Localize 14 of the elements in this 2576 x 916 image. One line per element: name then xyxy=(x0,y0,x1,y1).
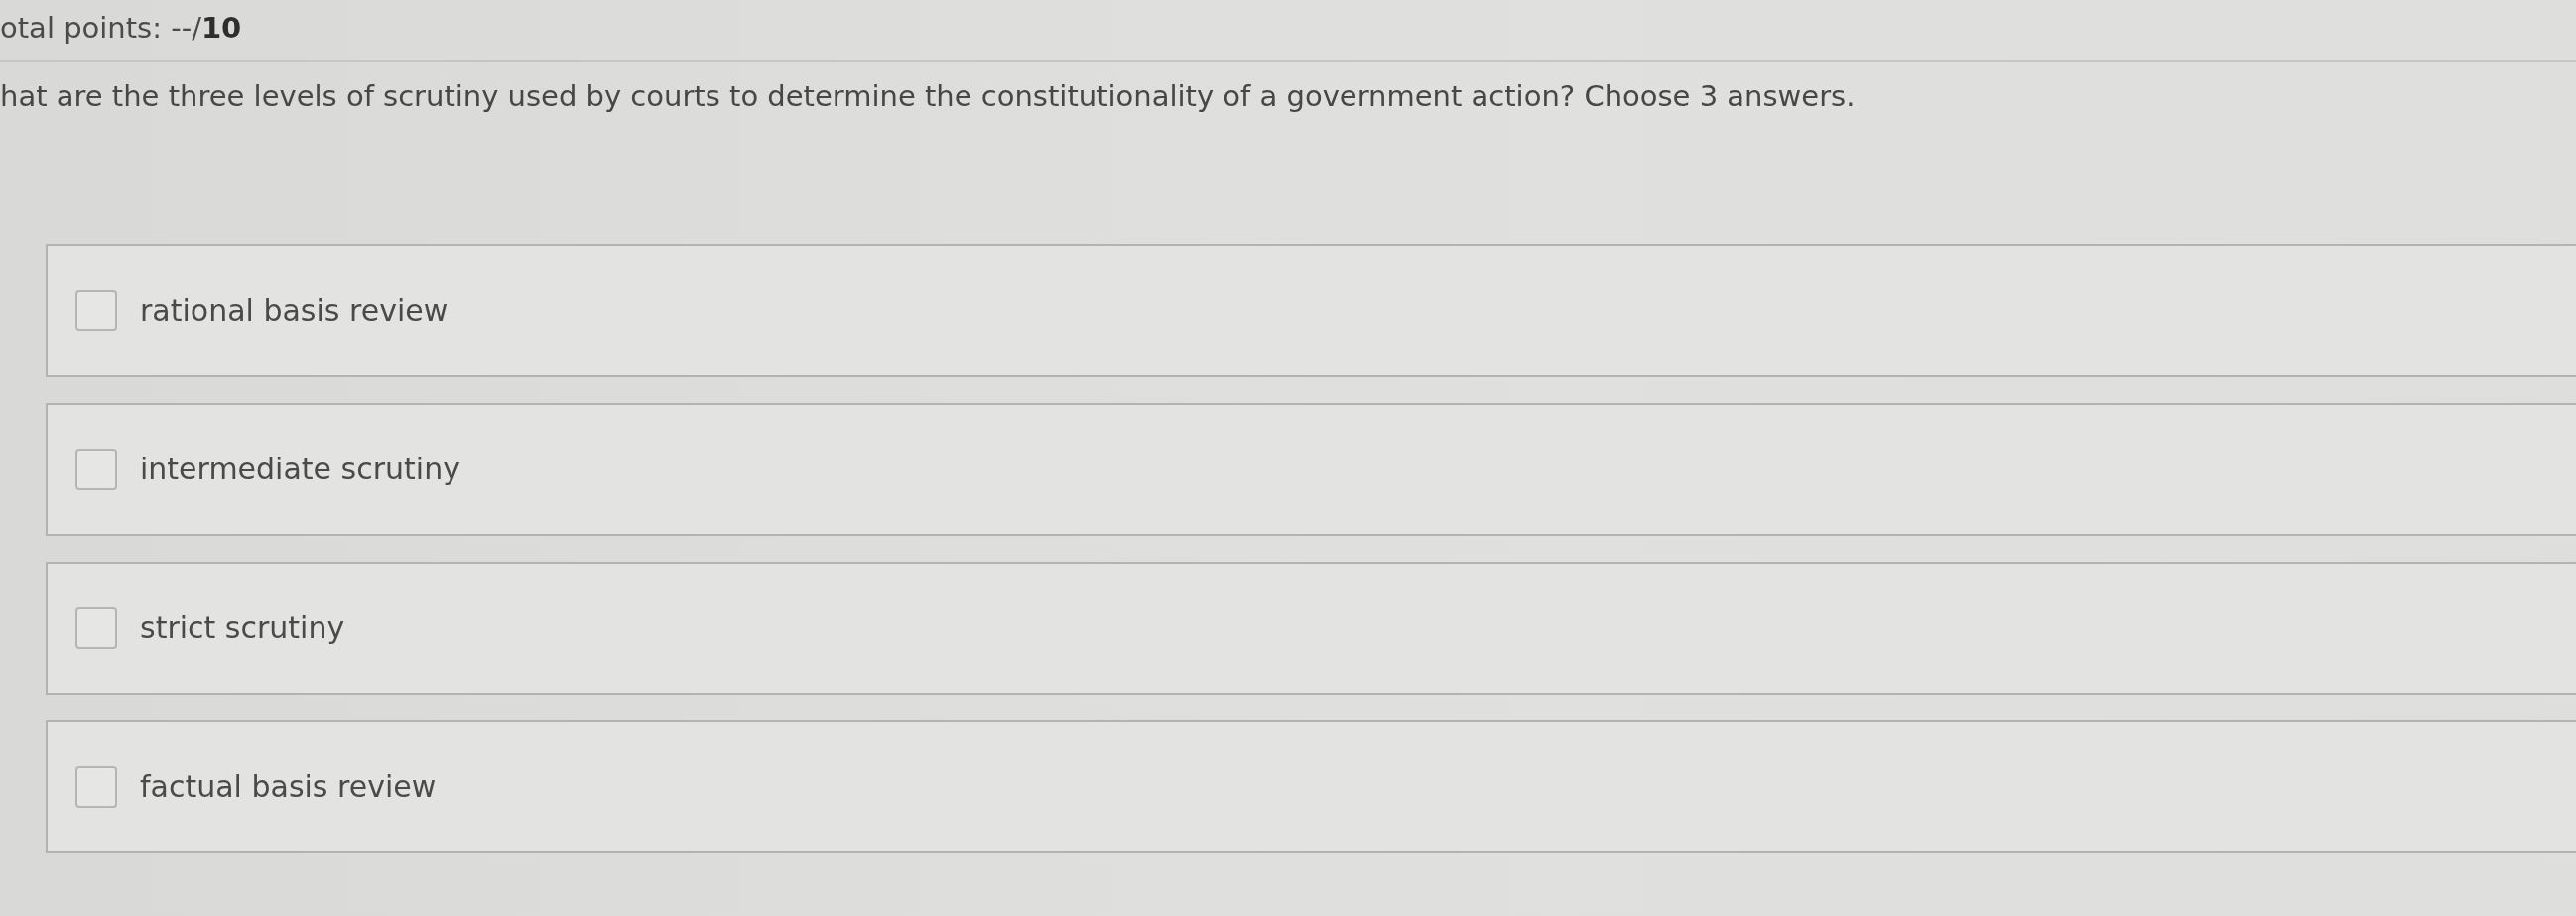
total-points-text: otal points: --/10 xyxy=(0,10,242,46)
checkbox[interactable] xyxy=(75,766,117,808)
answer-option[interactable]: intermediate scrutiny xyxy=(46,403,2576,536)
question-text: hat are the three levels of scrutiny used by courts to determine the constitutionality of a government action? Choose 3 answers. xyxy=(0,78,1856,115)
answer-option[interactable]: factual basis review xyxy=(46,720,2576,853)
checkbox[interactable] xyxy=(75,449,117,490)
answer-option[interactable]: rational basis review xyxy=(46,244,2576,377)
answer-option[interactable]: strict scrutiny xyxy=(46,562,2576,695)
option-label: strict scrutiny xyxy=(140,609,345,647)
option-label: factual basis review xyxy=(140,768,437,806)
checkbox[interactable] xyxy=(75,607,117,649)
checkbox[interactable] xyxy=(75,290,117,331)
option-label: rational basis review xyxy=(140,292,449,329)
option-label: intermediate scrutiny xyxy=(140,451,460,488)
